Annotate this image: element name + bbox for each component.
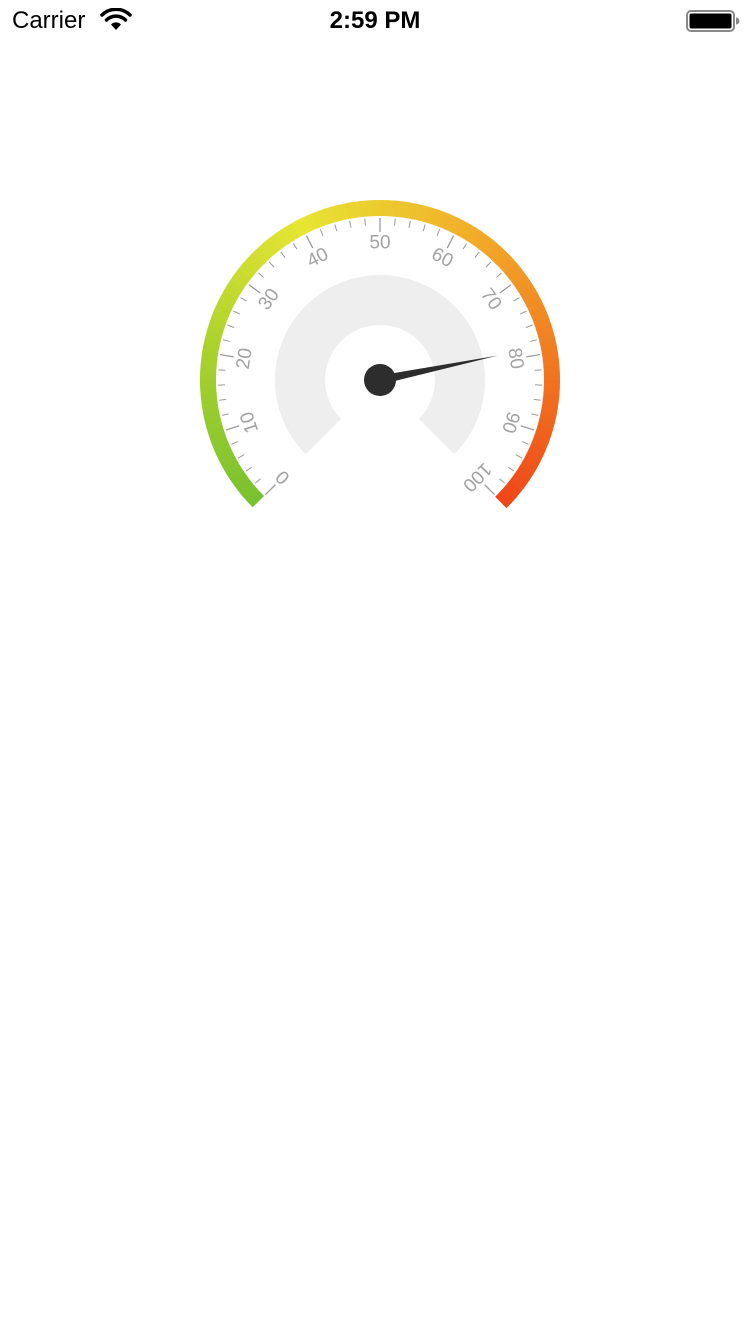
minor-tick: [485, 261, 492, 268]
minor-tick: [533, 398, 541, 401]
minor-tick: [495, 272, 502, 278]
major-tick: [219, 354, 234, 358]
minor-tick: [515, 454, 523, 459]
minor-tick: [319, 229, 324, 237]
gauge-tick-label: 50: [369, 233, 390, 254]
gauge-tick-label: 0: [272, 466, 294, 488]
minor-tick: [240, 297, 247, 302]
gauge-tick-label: 90: [497, 409, 524, 436]
radial-gauge: 0102030405060708090100: [200, 200, 560, 509]
minor-tick: [222, 339, 230, 342]
gauge-tick-label: 40: [304, 244, 332, 272]
minor-tick: [233, 310, 240, 315]
minor-tick: [268, 261, 275, 268]
minor-tick: [334, 224, 338, 232]
minor-tick: [231, 441, 238, 445]
minor-tick: [221, 413, 229, 416]
status-bar: Carrier 2:59 PM: [0, 0, 750, 40]
minor-tick: [525, 324, 533, 328]
minor-tick: [436, 229, 441, 237]
major-tick: [484, 484, 496, 496]
major-tick: [264, 484, 276, 496]
minor-tick: [531, 413, 539, 416]
major-tick: [248, 284, 261, 294]
battery-icon: [686, 10, 740, 32]
minor-tick: [237, 454, 245, 459]
minor-tick: [513, 297, 520, 302]
minor-tick: [292, 242, 298, 250]
minor-tick: [422, 224, 426, 232]
major-tick: [520, 425, 535, 431]
minor-tick: [227, 324, 235, 328]
minor-tick: [245, 466, 253, 472]
gauge-tick-label: 70: [476, 285, 505, 314]
gauge-needle-knob: [364, 364, 396, 396]
gauge-tick-label: 60: [428, 244, 456, 272]
minor-tick: [280, 251, 286, 258]
gauge-tick-label: 30: [254, 285, 283, 314]
minor-tick: [462, 242, 468, 250]
major-tick: [446, 235, 455, 249]
clock-time: 2:59 PM: [329, 7, 421, 34]
minor-tick: [474, 251, 480, 258]
gauge-tick-label: 20: [233, 346, 257, 370]
minor-tick: [394, 218, 396, 226]
gauge-tick-label: 10: [236, 409, 263, 436]
minor-tick: [219, 398, 227, 401]
major-tick: [225, 425, 240, 431]
gauge-tick-label: 80: [503, 346, 527, 370]
minor-tick: [349, 220, 352, 228]
minor-tick: [530, 339, 538, 342]
minor-tick: [499, 478, 506, 484]
minor-tick: [408, 220, 411, 228]
major-tick: [305, 235, 314, 249]
minor-tick: [364, 218, 366, 226]
minor-tick: [507, 466, 515, 472]
minor-tick: [254, 478, 261, 484]
minor-tick: [258, 272, 265, 278]
minor-tick: [520, 310, 527, 315]
minor-tick: [522, 441, 529, 445]
major-tick: [499, 284, 512, 294]
major-tick: [526, 354, 541, 358]
